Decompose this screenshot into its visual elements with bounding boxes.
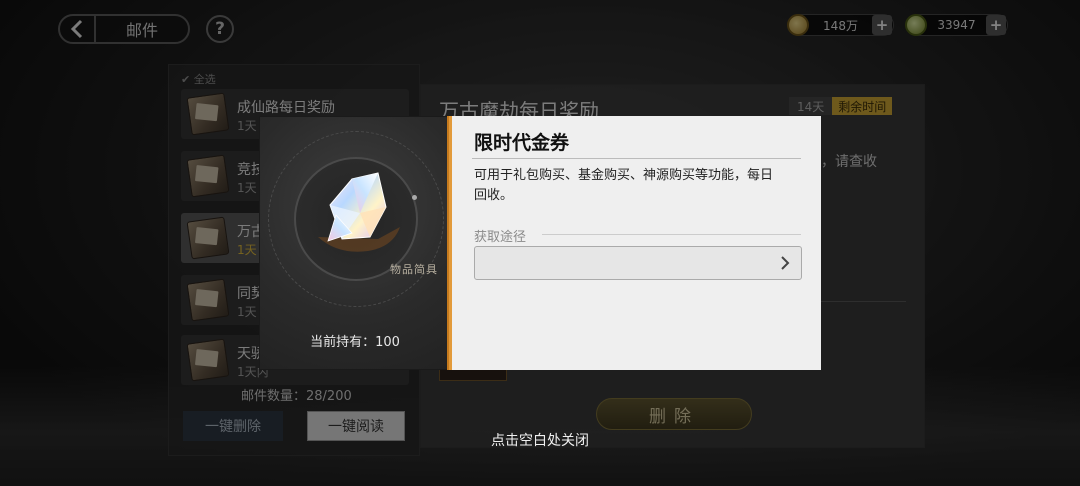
voucher-crystal-icon: [318, 172, 400, 252]
item-description: 可用于礼包购买、基金购买、神源购买等功能，每日回收。: [474, 168, 774, 203]
held-value: 100: [375, 335, 400, 350]
accent-strip: [447, 116, 449, 370]
source-entry[interactable]: [474, 246, 802, 280]
source-label: 获取途径: [474, 230, 527, 245]
close-hint: 点击空白处关闭: [0, 430, 1080, 450]
held-label: 当前持有：: [310, 335, 376, 350]
item-category-tag: 物品简具: [390, 263, 438, 276]
item-description-card: 限时代金券 可用于礼包购买、基金购买、神源购买等功能，每日回收。 获取途径: [447, 116, 821, 370]
item-name: 限时代金券: [474, 132, 570, 154]
close-hint-text: 点击空白处关闭: [491, 433, 589, 449]
divider: [472, 158, 801, 159]
item-preview-card: 物品简具 当前持有：100: [259, 116, 451, 370]
item-held-count: 当前持有：100: [260, 331, 450, 350]
chevron-right-icon: [781, 256, 790, 270]
divider: [542, 234, 801, 235]
decorative-dot: [412, 195, 417, 200]
